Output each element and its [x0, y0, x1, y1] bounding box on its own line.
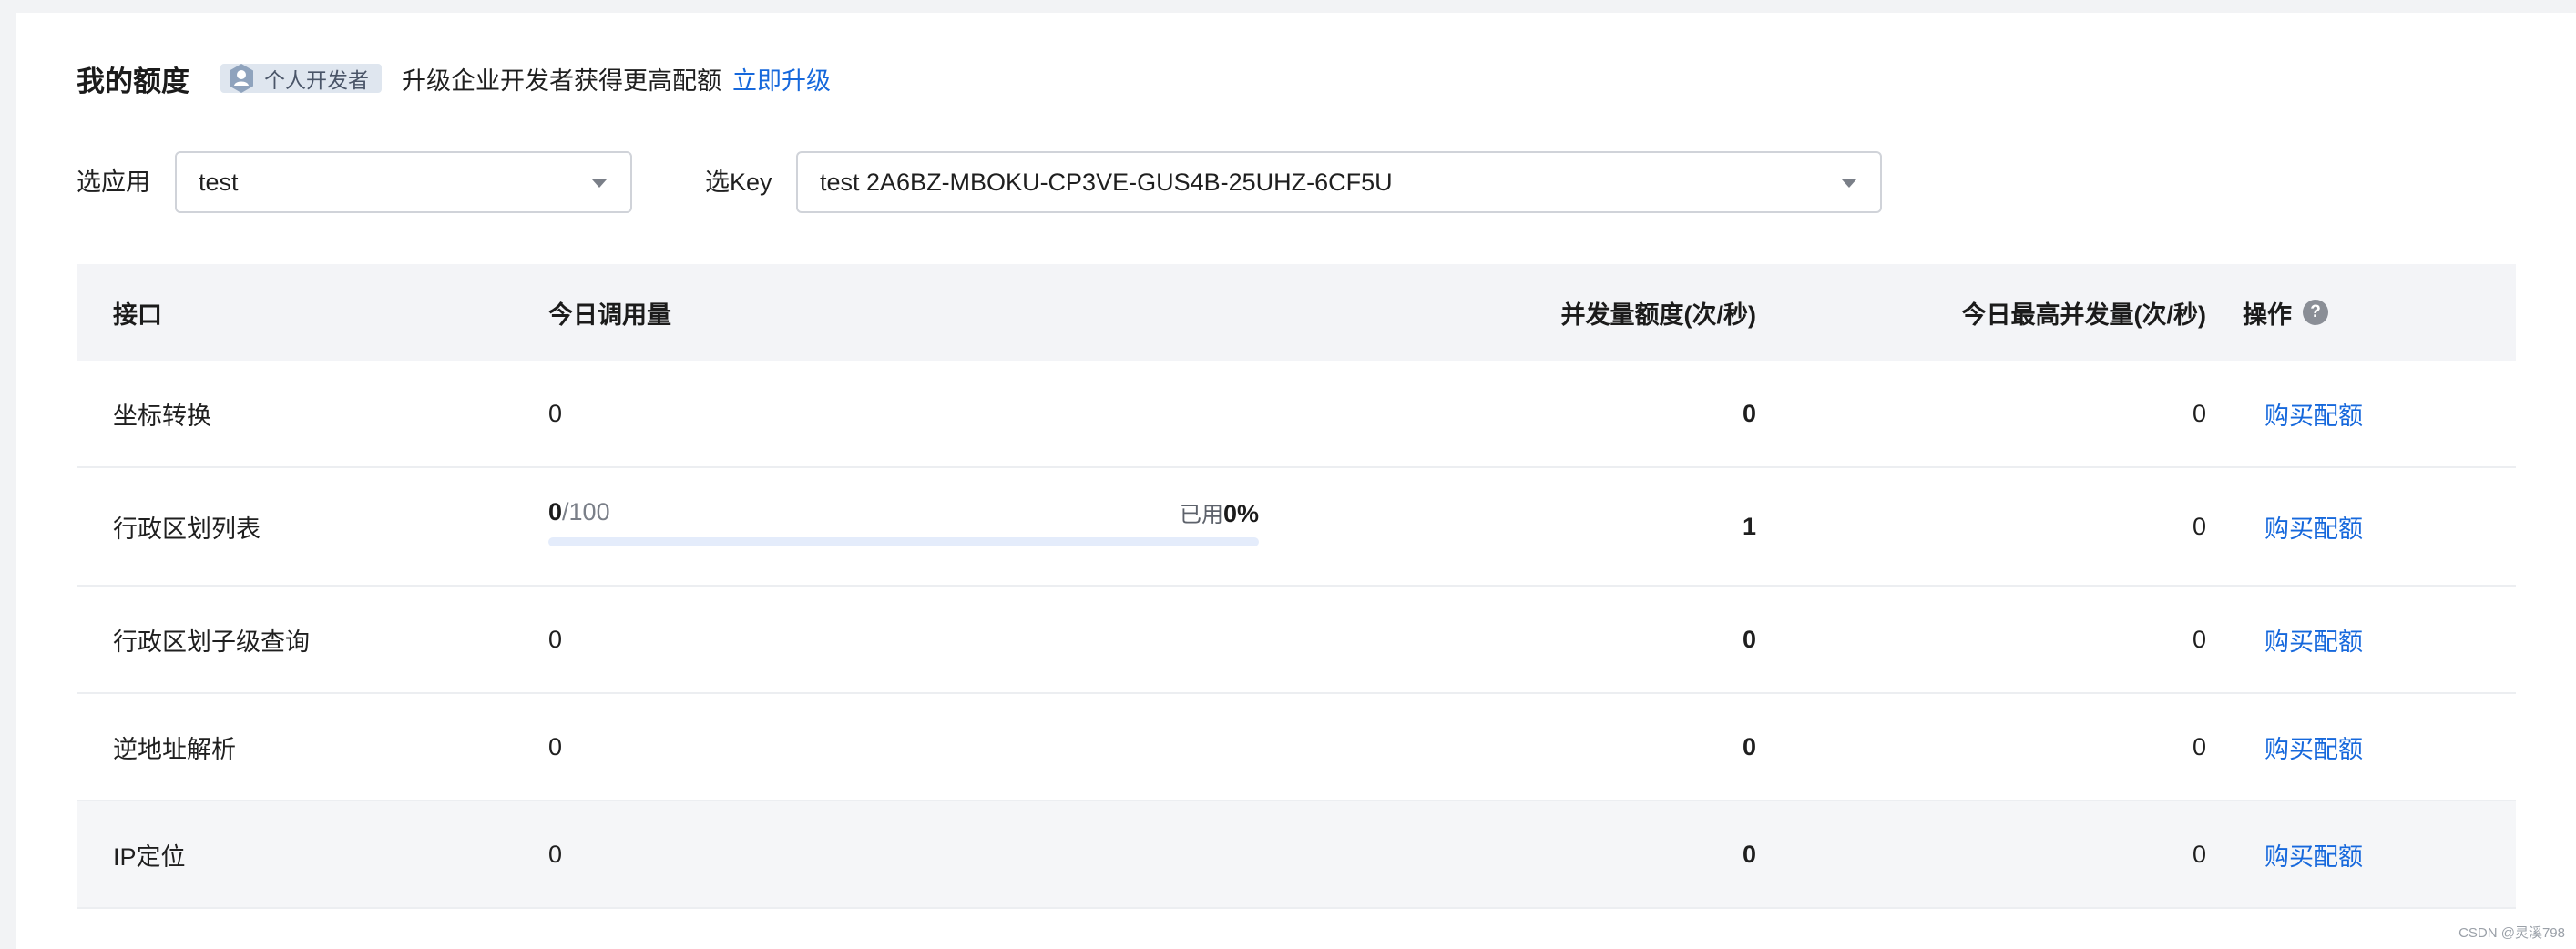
today-calls: 0 — [548, 625, 563, 653]
concurrency-quota: 1 — [1742, 512, 1756, 540]
interface-name: 行政区划子级查询 — [113, 628, 310, 656]
key-select-label: 选Key — [705, 168, 772, 196]
interface-name: 坐标转换 — [113, 402, 211, 430]
watermark: CSDN @灵溪798 — [2458, 925, 2565, 941]
filter-bar: 选应用 test 选Key test 2A6BZ-MBOKU-CP3VE-GUS… — [77, 151, 1898, 213]
usage-percent-value: 0% — [1222, 499, 1259, 527]
buy-quota-link[interactable]: 购买配额 — [2264, 837, 2363, 872]
max-concurrency: 0 — [2192, 625, 2206, 653]
usage-percent: 已用0% — [1180, 496, 1259, 528]
quota-header: 我的额度 个人开发者 升级企业开发者获得更高配额 立即升级 — [77, 58, 831, 98]
usage-count: 0/100 — [548, 498, 610, 526]
col-header-action-label: 操作 — [2243, 301, 2292, 329]
interface-name: 行政区划列表 — [113, 515, 261, 543]
interface-name: IP定位 — [113, 842, 186, 871]
col-header-interface: 接口 — [113, 301, 162, 329]
concurrency-quota: 0 — [1742, 732, 1756, 760]
usage-percent-label: 已用 — [1179, 502, 1223, 527]
today-calls: 0 — [548, 732, 563, 760]
col-header-action: 操作 ? — [2243, 264, 2328, 361]
col-header-concurrency: 并发量额度(次/秒) — [1560, 301, 1756, 329]
max-concurrency: 0 — [2192, 512, 2206, 540]
today-calls: 0 — [548, 399, 563, 427]
max-concurrency: 0 — [2192, 399, 2206, 427]
max-concurrency: 0 — [2192, 840, 2206, 868]
table-row: 行政区划子级查询 0 0 0 购买配额 — [77, 587, 2516, 694]
concurrency-quota: 0 — [1742, 625, 1756, 653]
interface-name: 逆地址解析 — [113, 735, 236, 763]
table-row: 坐标转换 0 0 0 购买配额 — [77, 361, 2516, 468]
quota-table: 接口 今日调用量 并发量额度(次/秒) 今日最高并发量(次/秒) 操作 ? 坐标… — [77, 264, 2516, 909]
person-icon — [226, 62, 257, 95]
app-select-label: 选应用 — [77, 168, 150, 196]
help-icon[interactable]: ? — [2303, 300, 2328, 325]
chevron-down-icon — [1842, 179, 1856, 188]
upgrade-link[interactable]: 立即升级 — [732, 61, 831, 97]
table-header: 接口 今日调用量 并发量额度(次/秒) 今日最高并发量(次/秒) 操作 ? — [77, 264, 2516, 361]
buy-quota-link[interactable]: 购买配额 — [2264, 622, 2363, 658]
badge-label: 个人开发者 — [264, 68, 369, 92]
upgrade-text: 升级企业开发者获得更高配额 — [402, 66, 721, 95]
chevron-down-icon — [592, 179, 607, 188]
table-row: 逆地址解析 0 0 0 购买配额 — [77, 694, 2516, 801]
key-select-value: test 2A6BZ-MBOKU-CP3VE-GUS4B-25UHZ-6CF5U — [820, 168, 1393, 196]
today-calls: 0 — [548, 840, 563, 868]
col-header-max-concurrency: 今日最高并发量(次/秒) — [1961, 301, 2206, 329]
progress-bar — [548, 537, 1259, 546]
table-row: IP定位 0 0 0 购买配额 — [77, 801, 2516, 909]
app-select[interactable]: test — [175, 151, 632, 213]
max-concurrency: 0 — [2192, 732, 2206, 760]
key-select[interactable]: test 2A6BZ-MBOKU-CP3VE-GUS4B-25UHZ-6CF5U — [796, 151, 1882, 213]
developer-badge: 个人开发者 — [220, 64, 382, 93]
buy-quota-link[interactable]: 购买配额 — [2264, 730, 2363, 765]
buy-quota-link[interactable]: 购买配额 — [2264, 396, 2363, 432]
usage-progress: 0/100 已用0% — [548, 497, 1259, 546]
usage-used: 0 — [548, 497, 563, 526]
app-select-value: test — [199, 168, 239, 196]
concurrency-quota: 0 — [1742, 840, 1756, 868]
usage-total: /100 — [562, 497, 610, 526]
col-header-today-calls: 今日调用量 — [548, 301, 671, 329]
concurrency-quota: 0 — [1742, 399, 1756, 427]
buy-quota-link[interactable]: 购买配额 — [2264, 509, 2363, 545]
page-title: 我的额度 — [77, 65, 189, 97]
table-row: 行政区划列表 0/100 已用0% 1 0 购买配额 — [77, 468, 2516, 587]
